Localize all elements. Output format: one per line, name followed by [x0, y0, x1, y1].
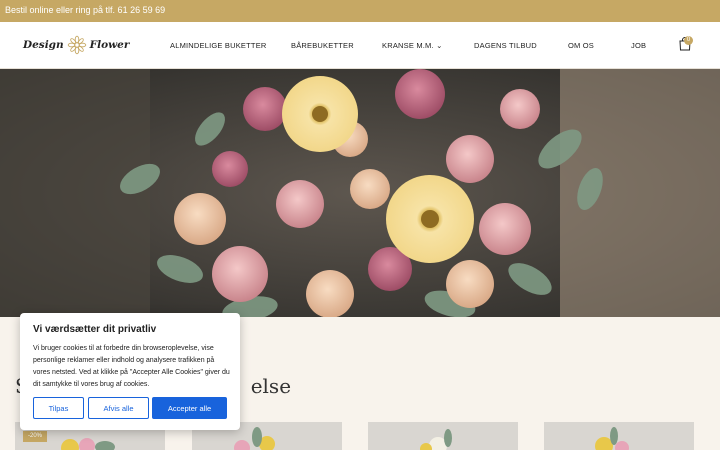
- accept-all-cookies-button[interactable]: Accepter alle: [152, 397, 227, 419]
- announcement-bar: Bestil online eller ring på tlf. 61 26 5…: [0, 0, 720, 22]
- cookie-description: Vi bruger cookies til at forbedre din br…: [33, 345, 230, 388]
- cookie-title: Vi værdsætter dit privatliv: [33, 324, 157, 335]
- logo-word-flower: Flower: [89, 39, 130, 51]
- nav-almindelige-buketter[interactable]: ALMINDELIGE BUKETTER: [170, 41, 267, 50]
- logo-word-design: Design: [23, 39, 64, 51]
- nav-baarebuketter[interactable]: BÅREBUKETTER: [291, 41, 354, 50]
- hero-bouquet-image: [0, 69, 720, 317]
- product-card[interactable]: [544, 422, 694, 450]
- cookie-consent-banner: Vi værdsætter dit privatliv Vi bruger co…: [20, 313, 240, 430]
- cart-count-badge: 0: [684, 36, 693, 45]
- bouquet-illustration: [0, 69, 720, 317]
- reject-all-cookies-button[interactable]: Afvis alle: [88, 397, 149, 419]
- site-logo[interactable]: Design Flower: [23, 34, 129, 56]
- product-image: [368, 422, 518, 450]
- product-image: [544, 422, 694, 450]
- section-heading-end: else: [250, 374, 292, 398]
- customize-cookies-button[interactable]: Tilpas: [33, 397, 84, 419]
- site-header: Design Flower ALMINDELIGE BUKETTER BÅREB…: [0, 22, 720, 69]
- announcement-text: Bestil online eller ring på tlf. 61 26 5…: [5, 5, 166, 15]
- nav-job[interactable]: JOB: [631, 41, 646, 50]
- nav-om-os[interactable]: OM OS: [568, 41, 594, 50]
- sale-badge: -20%: [23, 431, 47, 442]
- product-card[interactable]: [368, 422, 518, 450]
- nav-dagens-tilbud[interactable]: DAGENS TILBUD: [474, 41, 537, 50]
- flower-logo-icon: [67, 35, 86, 55]
- nav-kranse[interactable]: KRANSE M.M. ⌄: [382, 41, 443, 50]
